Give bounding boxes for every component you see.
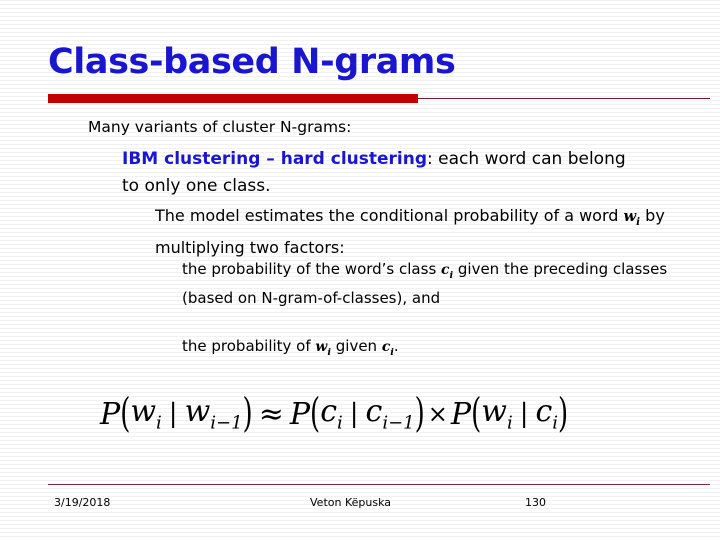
multiply-icon: ×	[427, 400, 448, 428]
equation-symbol: w	[481, 394, 507, 430]
paren-open-icon: (	[310, 390, 321, 438]
equation-w-i: wi	[130, 394, 161, 434]
equation-p1: P	[100, 396, 121, 432]
bullet-level4-first-part1: the probability of the word’s class	[182, 260, 442, 278]
bullet-level4-second-part2: given	[330, 337, 382, 355]
bullet-level4-second-text: the probability of wi given ci.	[182, 335, 682, 364]
title-underline-bar	[48, 94, 418, 103]
equation-symbol: c	[365, 394, 383, 430]
variable-w-i: wi	[623, 208, 641, 228]
variable-symbol: w	[315, 339, 328, 355]
bullet-level4-second-part1: the probability of	[182, 337, 316, 355]
equation-w-i-2: wi	[481, 394, 512, 434]
conditional-bar-icon: |	[519, 399, 529, 429]
slide-content: Class-based N-grams Many variants of clu…	[0, 0, 720, 540]
variable-symbol: c	[381, 339, 391, 355]
equation-p3: P	[450, 396, 472, 432]
paren-open-icon: (	[471, 390, 482, 438]
equation-probability-factorization: P(wi | wi−1) ≈ P(ci | ci−1) × P(wi | ci)	[100, 388, 640, 440]
approx-equals-icon: ≈	[258, 396, 284, 432]
footer-page-number: 130	[525, 496, 546, 509]
equation-c-i-1: ci−1	[366, 394, 415, 434]
footer-divider	[48, 484, 710, 485]
equation-subscript: i−1	[382, 412, 415, 434]
equation-c-i: ci	[320, 394, 343, 434]
variable-c-i: ci	[441, 262, 453, 281]
bullet-level2-lead: IBM clustering – hard clustering	[122, 149, 428, 169]
variable-w-i: wi	[315, 339, 331, 358]
bullet-level2-text: IBM clustering – hard clustering: each w…	[122, 146, 642, 200]
paren-close-icon: )	[558, 390, 569, 438]
equation-w-i-1: wi−1	[185, 394, 243, 434]
bullet-level3-part1: The model estimates the conditional prob…	[155, 206, 624, 225]
footer-date: 3/19/2018	[54, 496, 111, 509]
variable-c-i: ci	[381, 339, 394, 358]
equation-symbol: c	[320, 394, 337, 430]
bullet-level1-text: Many variants of cluster N-grams:	[88, 118, 352, 136]
paren-close-icon: )	[414, 390, 425, 438]
bullet-level4-first-text: the probability of the word’s class ci g…	[182, 258, 682, 310]
variable-symbol: w	[623, 208, 637, 225]
bullet-level4-second-part3: .	[393, 337, 399, 355]
conditional-bar-icon: |	[349, 399, 359, 429]
equation-subscript: i−1	[210, 412, 243, 434]
equation-p2: P	[289, 396, 311, 432]
equation-symbol: w	[130, 394, 157, 430]
paren-close-icon: )	[242, 390, 253, 438]
paren-open-icon: (	[120, 390, 131, 438]
conditional-bar-icon: |	[168, 399, 178, 429]
equation-c-i-2: ci	[535, 394, 558, 434]
page-title: Class-based N-grams	[48, 42, 456, 82]
bullet-level3-text: The model estimates the conditional prob…	[155, 203, 675, 260]
equation-symbol: c	[535, 394, 553, 430]
equation-symbol: w	[184, 394, 211, 430]
footer-author: Veton Këpuska	[310, 496, 391, 509]
